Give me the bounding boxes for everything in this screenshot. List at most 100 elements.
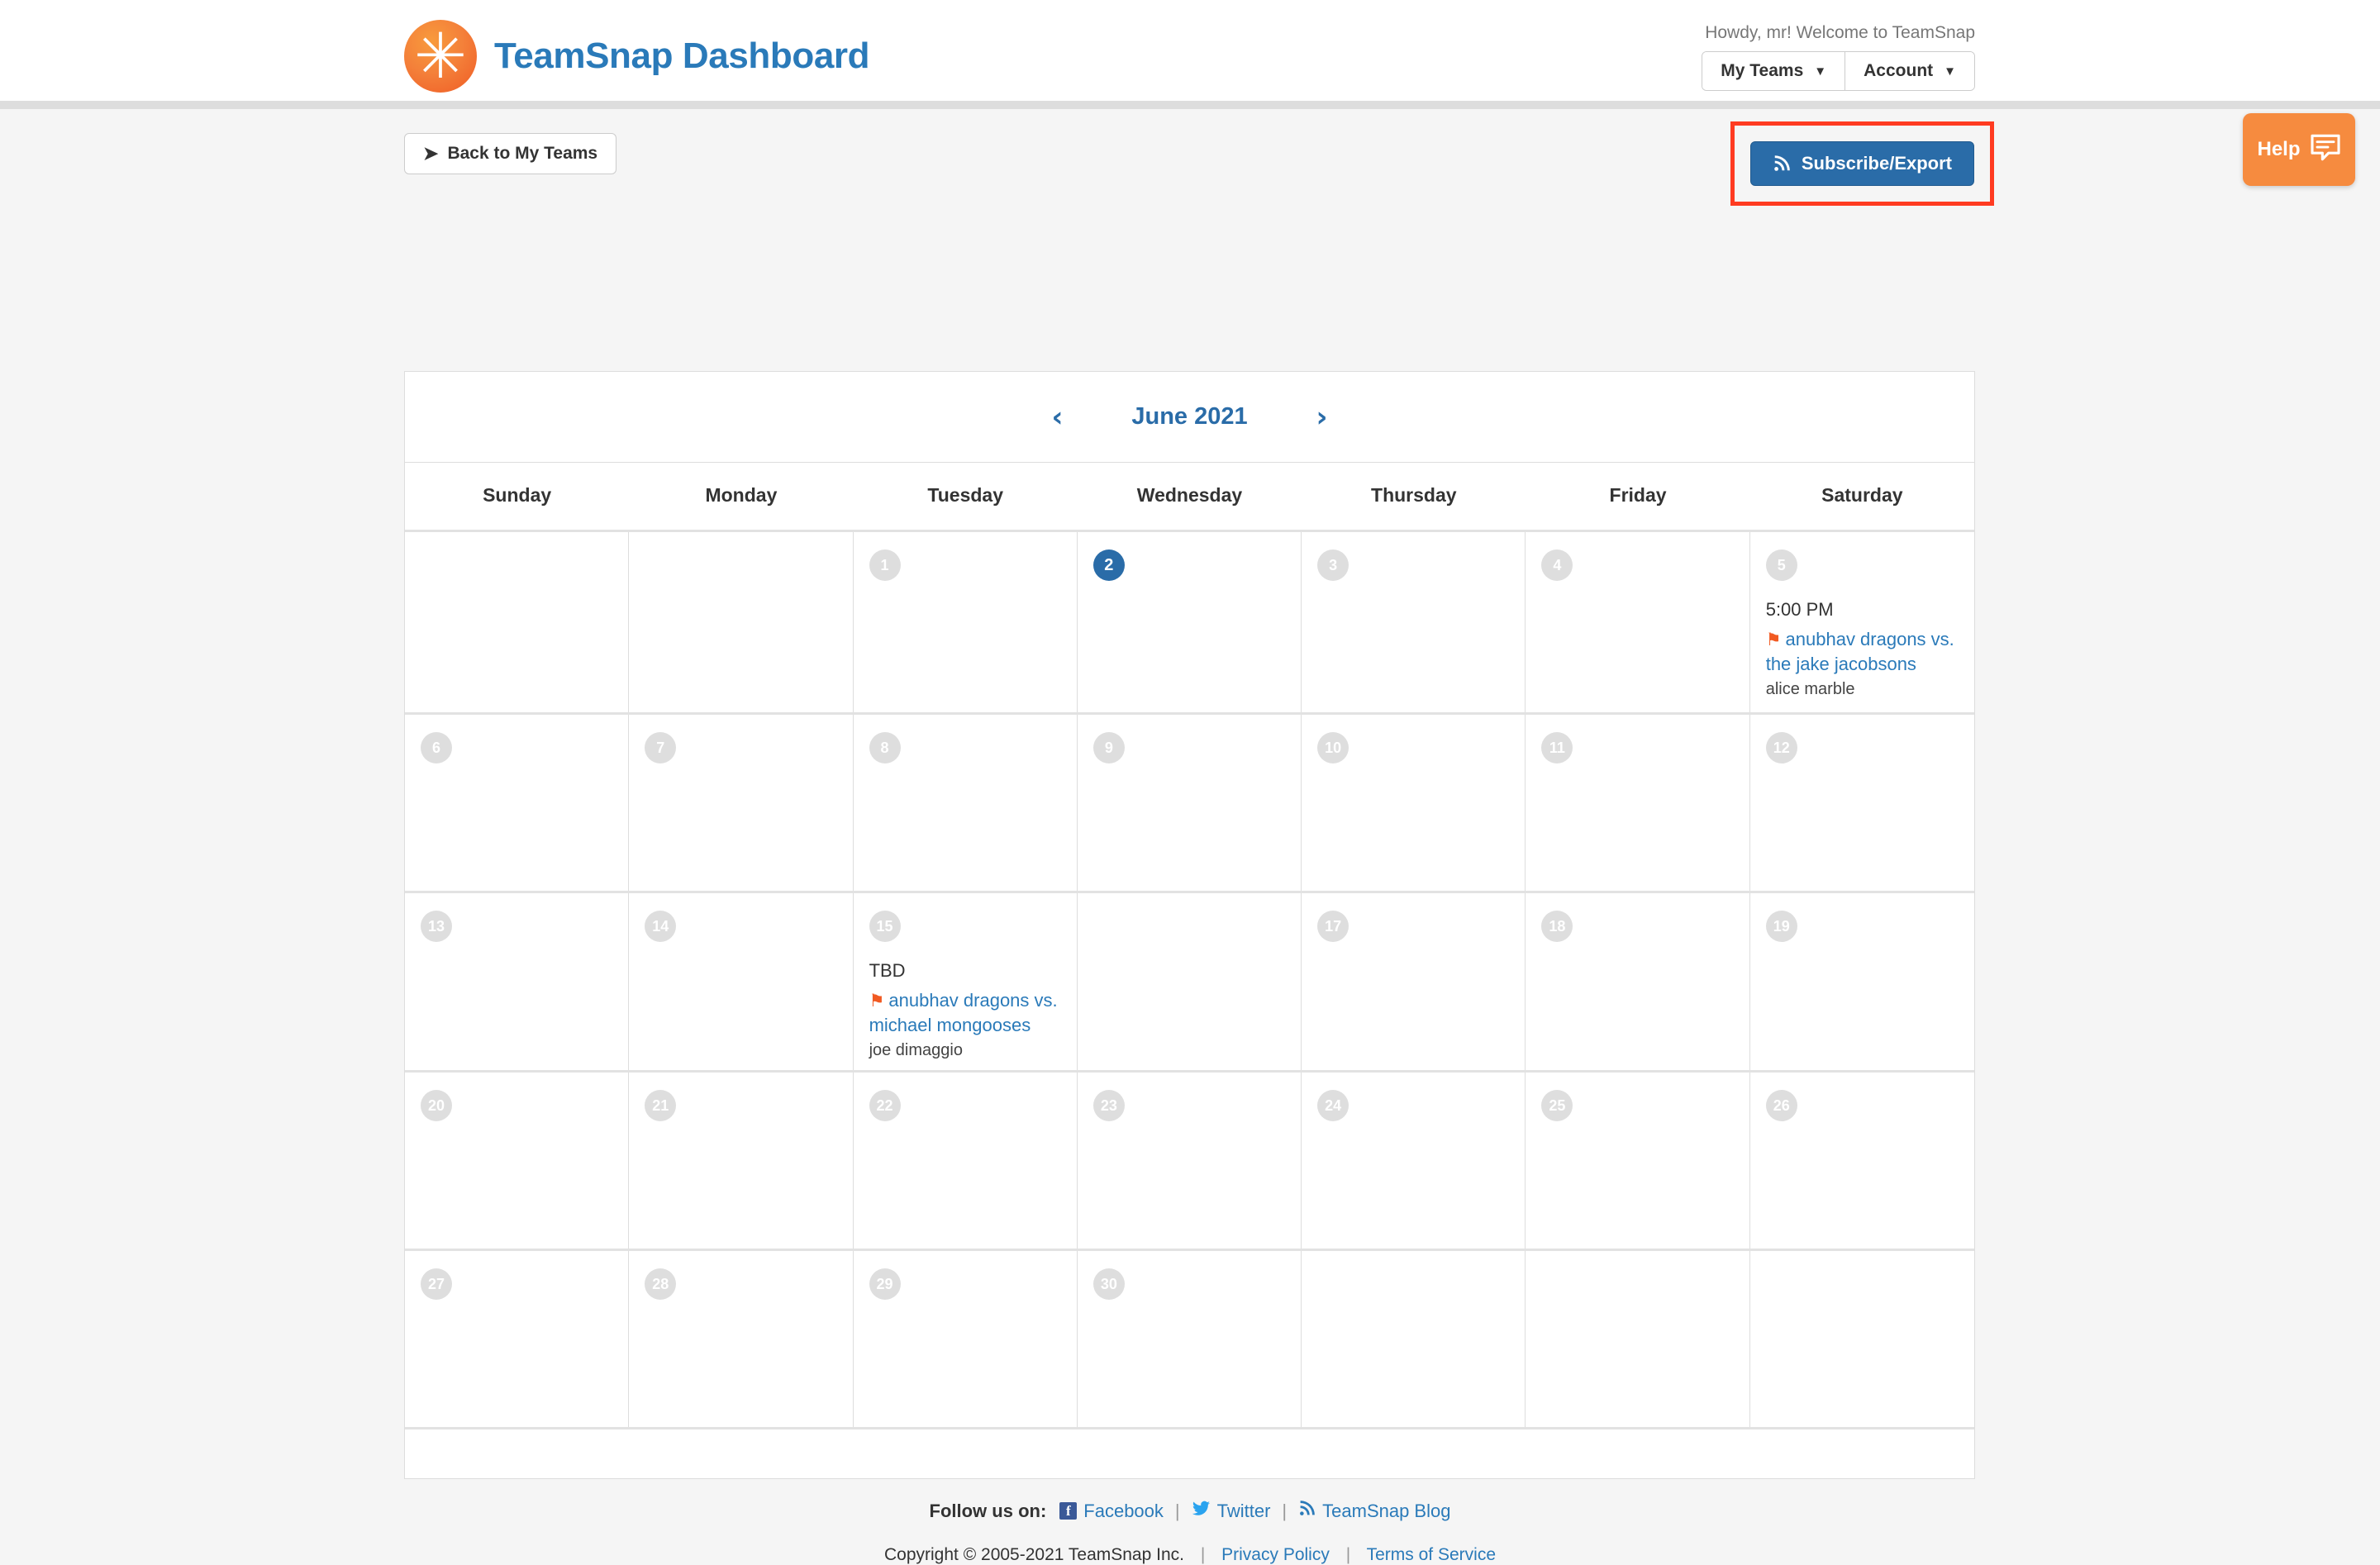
event-title-text: anubhav dragons vs. michael mongooses [869, 990, 1058, 1035]
weekday-header-wednesday: Wednesday [1078, 463, 1302, 530]
previous-month-button[interactable]: ‹ [1033, 403, 1083, 431]
day-number-badge: 13 [421, 911, 452, 942]
calendar-day-cell-empty [405, 532, 629, 712]
event-location: joe dimaggio [869, 1041, 1061, 1060]
back-to-my-teams-button[interactable]: ➤ Back to My Teams [404, 133, 616, 174]
calendar-day-cell-27[interactable]: 27 [405, 1251, 629, 1427]
flag-icon: ⚑ [1766, 630, 1782, 649]
calendar-week-row: 123455:00 PM⚑anubhav dragons vs. the jak… [405, 532, 1974, 715]
back-button-label: Back to My Teams [447, 144, 597, 164]
subscribe-export-button[interactable]: Subscribe/Export [1750, 141, 1974, 186]
day-number-badge: 11 [1541, 732, 1573, 763]
day-number-badge: 6 [421, 732, 452, 763]
calendar-day-cell-7[interactable]: 7 [629, 715, 853, 891]
brand: ✳ TeamSnap Dashboard [404, 20, 869, 93]
page-body: ➤ Back to My Teams Subscribe/Export ‹ Ju… [0, 131, 2380, 204]
day-number-badge: 10 [1317, 732, 1349, 763]
day-number-badge: 27 [421, 1268, 452, 1300]
calendar-day-cell-empty [1078, 893, 1302, 1070]
calendar-weekday-header: Sunday Monday Tuesday Wednesday Thursday… [405, 463, 1974, 532]
calendar-day-cell-17[interactable]: 17 [1302, 893, 1526, 1070]
site-footer: Follow us on: f Facebook | Twitter | [0, 1499, 2380, 1565]
twitter-label: Twitter [1217, 1501, 1271, 1522]
my-teams-button[interactable]: My Teams ▼ [1702, 52, 1844, 90]
calendar-day-cell-20[interactable]: 20 [405, 1073, 629, 1249]
calendar-day-cell-13[interactable]: 13 [405, 893, 629, 1070]
calendar-day-cell-12[interactable]: 12 [1750, 715, 1974, 891]
subscribe-highlight-box: Subscribe/Export [1730, 121, 1994, 206]
calendar-week-row: 27 28 29 30 [405, 1251, 1974, 1427]
calendar-day-cell-1[interactable]: 1 [854, 532, 1078, 712]
chevron-down-icon: ▼ [1944, 65, 1956, 78]
twitter-bird-icon [1192, 1499, 1211, 1523]
day-number-badge: 29 [869, 1268, 901, 1300]
calendar-day-cell-28[interactable]: 28 [629, 1251, 853, 1427]
footer-separator: | [1282, 1501, 1287, 1522]
help-widget-button[interactable]: Help [2243, 113, 2355, 186]
arrow-left-icon: ➤ [423, 145, 438, 163]
header-button-group: My Teams ▼ Account ▼ [1702, 51, 1975, 91]
calendar-day-cell-9[interactable]: 9 [1078, 715, 1302, 891]
teamsnap-blog-link[interactable]: TeamSnap Blog [1298, 1500, 1450, 1522]
event-title-link[interactable]: ⚑anubhav dragons vs. michael mongooses [869, 988, 1061, 1037]
day-number-badge: 21 [645, 1090, 676, 1121]
day-number-badge: 20 [421, 1090, 452, 1121]
calendar-day-cell-24[interactable]: 24 [1302, 1073, 1526, 1249]
calendar-day-cell-25[interactable]: 25 [1526, 1073, 1749, 1249]
day-number-badge: 8 [869, 732, 901, 763]
privacy-policy-link[interactable]: Privacy Policy [1221, 1545, 1330, 1564]
calendar-day-cell-23[interactable]: 23 [1078, 1073, 1302, 1249]
subscribe-button-label: Subscribe/Export [1802, 153, 1952, 174]
day-number-badge: 17 [1317, 911, 1349, 942]
calendar-day-cell-29[interactable]: 29 [854, 1251, 1078, 1427]
terms-of-service-link[interactable]: Terms of Service [1367, 1545, 1496, 1564]
weekday-header-sunday: Sunday [405, 463, 629, 530]
day-number-badge: 28 [645, 1268, 676, 1300]
facebook-link[interactable]: f Facebook [1059, 1501, 1164, 1522]
calendar-day-cell-4[interactable]: 4 [1526, 532, 1749, 712]
calendar-day-cell-26[interactable]: 26 [1750, 1073, 1974, 1249]
account-button[interactable]: Account ▼ [1844, 52, 1974, 90]
toolbar: ➤ Back to My Teams Subscribe/Export [0, 131, 2380, 204]
header-right: Howdy, mr! Welcome to TeamSnap My Teams … [1702, 23, 1975, 91]
calendar-day-cell-3[interactable]: 3 [1302, 532, 1526, 712]
calendar-navigation: ‹ June 2021 › [405, 372, 1974, 463]
event-time: TBD [869, 960, 1061, 982]
calendar-week-row: 20 21 22 2324 25 26 [405, 1073, 1974, 1251]
calendar-day-cell-14[interactable]: 14 [629, 893, 853, 1070]
calendar-day-cell-21[interactable]: 21 [629, 1073, 853, 1249]
day-number-badge: 9 [1093, 732, 1125, 763]
copyright-text: Copyright © 2005-2021 TeamSnap Inc. [884, 1545, 1184, 1564]
calendar-day-cell-22[interactable]: 22 [854, 1073, 1078, 1249]
greeting-text: Howdy, mr! Welcome to TeamSnap [1702, 23, 1975, 43]
calendar-day-cell-8[interactable]: 8 [854, 715, 1078, 891]
day-number-badge: 22 [869, 1090, 901, 1121]
weekday-header-friday: Friday [1526, 463, 1749, 530]
day-number-badge: 25 [1541, 1090, 1573, 1121]
calendar-day-cell-10[interactable]: 10 [1302, 715, 1526, 891]
twitter-link[interactable]: Twitter [1192, 1499, 1271, 1523]
calendar-day-cell-11[interactable]: 11 [1526, 715, 1749, 891]
calendar-day-cell-30[interactable]: 30 [1078, 1251, 1302, 1427]
calendar-day-cell-19[interactable]: 19 [1750, 893, 1974, 1070]
page-title: TeamSnap Dashboard [494, 36, 869, 77]
facebook-label: Facebook [1083, 1501, 1164, 1522]
follow-us-label: Follow us on: [930, 1501, 1047, 1522]
calendar-day-cell-2[interactable]: 2 [1078, 532, 1302, 712]
blog-label: TeamSnap Blog [1322, 1501, 1450, 1522]
event-location: alice marble [1766, 680, 1959, 699]
event-title-link[interactable]: ⚑anubhav dragons vs. the jake jacobsons [1766, 627, 1959, 676]
calendar-day-cell-6[interactable]: 6 [405, 715, 629, 891]
weekday-header-saturday: Saturday [1750, 463, 1974, 530]
next-month-button[interactable]: › [1297, 403, 1347, 431]
day-number-badge: 5 [1766, 549, 1797, 581]
facebook-icon: f [1059, 1502, 1077, 1520]
event-title-text: anubhav dragons vs. the jake jacobsons [1766, 629, 1954, 674]
calendar-day-cell-5[interactable]: 55:00 PM⚑anubhav dragons vs. the jake ja… [1750, 532, 1974, 712]
follow-us-row: Follow us on: f Facebook | Twitter | [0, 1499, 2380, 1523]
calendar-weeks: 123455:00 PM⚑anubhav dragons vs. the jak… [405, 532, 1974, 1427]
day-number-badge: 18 [1541, 911, 1573, 942]
calendar-day-cell-18[interactable]: 18 [1526, 893, 1749, 1070]
calendar-day-cell-15[interactable]: 15TBD⚑anubhav dragons vs. michael mongoo… [854, 893, 1078, 1070]
calendar-week-row: 6 78 9 10 11 12 [405, 715, 1974, 893]
